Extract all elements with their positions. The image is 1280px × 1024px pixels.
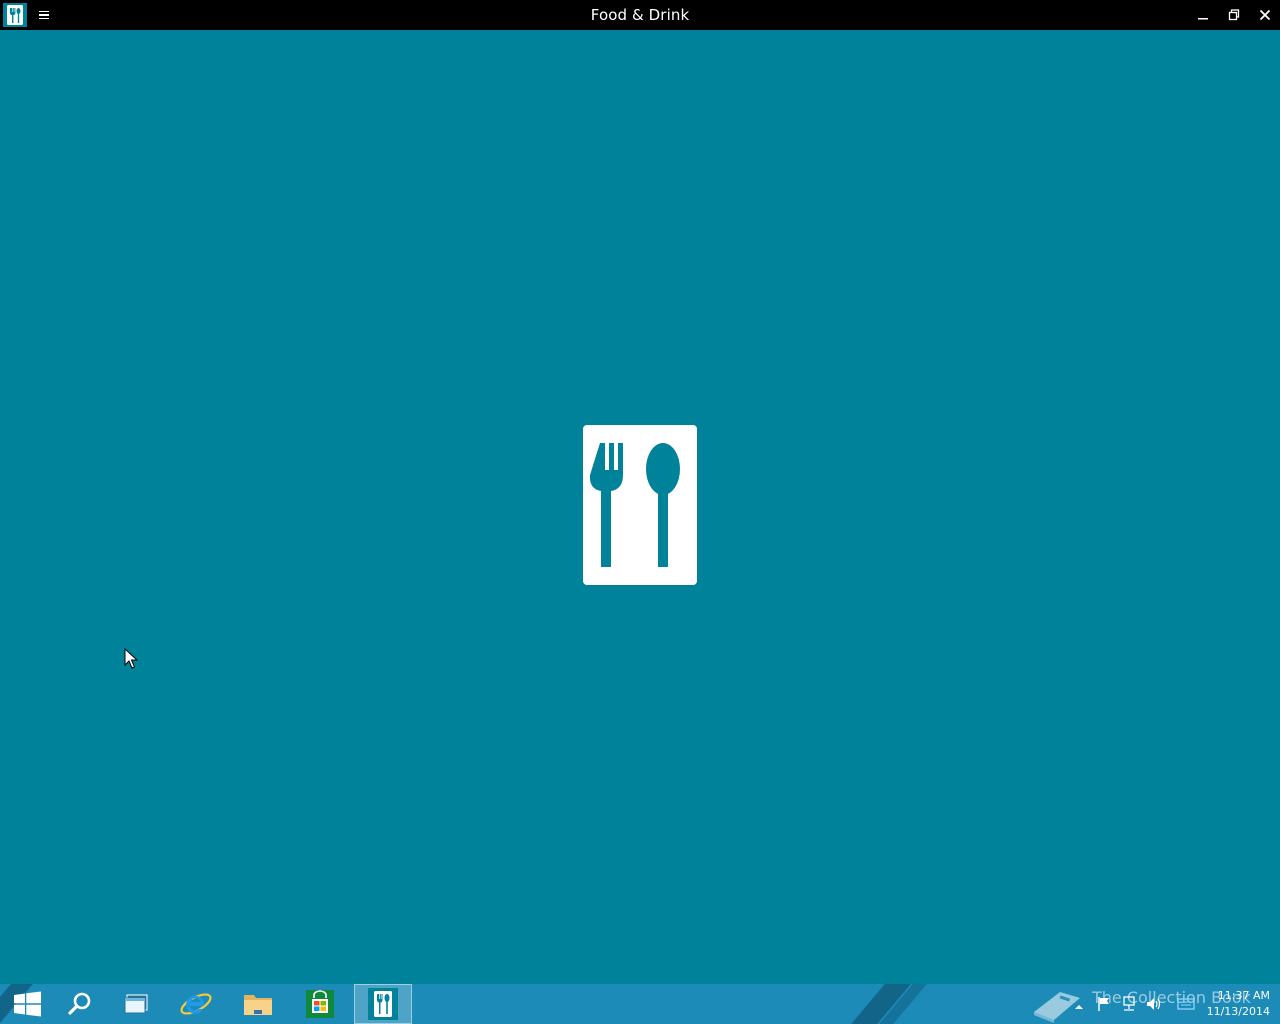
internet-explorer-button[interactable] (168, 984, 224, 1024)
clock-time: 11:37 AM (1217, 989, 1270, 1002)
minimize-button[interactable] (1187, 0, 1219, 30)
search-button[interactable] (52, 984, 108, 1024)
store-icon (306, 990, 334, 1018)
file-explorer-button[interactable] (230, 984, 286, 1024)
start-button[interactable] (0, 984, 56, 1024)
folder-icon (244, 995, 272, 1015)
volume-icon[interactable] (1146, 996, 1162, 1016)
restore-button[interactable] (1218, 0, 1250, 30)
store-button[interactable] (292, 984, 348, 1024)
keyboard-icon[interactable] (1177, 996, 1195, 1016)
show-hidden-icons-icon[interactable] (1073, 998, 1085, 1010)
splash-screen (0, 30, 1280, 984)
windows-logo-icon (14, 991, 41, 1017)
food-drink-taskbar-button[interactable] (354, 984, 412, 1024)
action-center-flag-icon[interactable] (1097, 996, 1111, 1016)
task-view-button[interactable] (108, 984, 164, 1024)
food-drink-app-icon (368, 988, 398, 1020)
close-button[interactable] (1249, 0, 1280, 30)
clock-date: 11/13/2014 (1206, 1005, 1270, 1018)
fork-and-spoon-icon (583, 425, 697, 585)
network-icon[interactable] (1121, 996, 1137, 1016)
title-bar: Food & Drink (0, 0, 1280, 30)
mouse-cursor-icon (124, 647, 139, 670)
window-title: Food & Drink (590, 6, 690, 24)
task-view-icon (124, 994, 148, 1014)
internet-explorer-icon (180, 993, 212, 1015)
taskbar: The Collection Book 11:37 AM 11/13/2014 (0, 984, 1280, 1024)
search-icon (68, 992, 91, 1015)
system-clock[interactable]: 11:37 AM 11/13/2014 (1204, 988, 1270, 1020)
